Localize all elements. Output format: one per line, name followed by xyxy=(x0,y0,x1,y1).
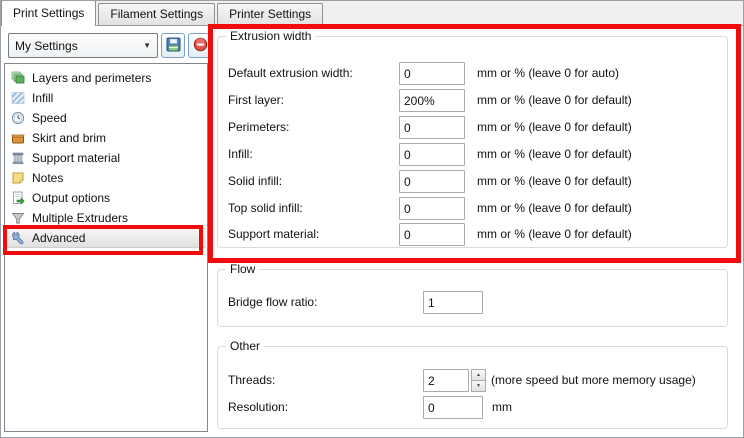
perimeters-width-input[interactable] xyxy=(399,116,465,139)
tab-print-settings[interactable]: Print Settings xyxy=(1,0,96,26)
setting-row-threads: Threads: ▲ ▼ (more speed but more memory… xyxy=(218,369,727,392)
spinner-down-icon[interactable]: ▼ xyxy=(471,381,486,392)
note-icon xyxy=(10,170,26,186)
sidebar-item-label: Infill xyxy=(32,91,53,105)
setting-row-first-layer: First layer: mm or % (leave 0 for defaul… xyxy=(218,89,727,112)
wrench-icon xyxy=(10,230,26,246)
field-label: Default extrusion width: xyxy=(228,66,353,80)
first-layer-width-input[interactable] xyxy=(399,89,465,112)
setting-row-solid-infill: Solid infill: mm or % (leave 0 for defau… xyxy=(218,170,727,193)
default-extrusion-width-input[interactable] xyxy=(399,62,465,85)
field-suffix: mm or % (leave 0 for default) xyxy=(477,174,632,188)
top-solid-infill-width-input[interactable] xyxy=(399,197,465,220)
page-arrow-icon xyxy=(10,190,26,206)
field-label: Bridge flow ratio: xyxy=(228,295,317,309)
field-suffix: mm or % (leave 0 for default) xyxy=(477,201,632,215)
delete-preset-button[interactable] xyxy=(188,33,212,58)
settings-tabstrip: Print Settings Filament Settings Printer… xyxy=(1,1,743,26)
sidebar-item-label: Advanced xyxy=(32,231,85,245)
infill-icon xyxy=(10,90,26,106)
preset-select-value: My Settings xyxy=(15,39,139,53)
infill-width-input[interactable] xyxy=(399,143,465,166)
sidebar-item-notes[interactable]: Notes xyxy=(6,168,206,188)
minus-circle-icon xyxy=(193,37,208,55)
field-label: Threads: xyxy=(228,373,275,387)
tab-printer-settings[interactable]: Printer Settings xyxy=(217,3,323,25)
setting-row-resolution: Resolution: mm xyxy=(218,396,727,419)
setting-row-support-material: Support material: mm or % (leave 0 for d… xyxy=(218,223,727,246)
building-icon xyxy=(10,150,26,166)
save-preset-button[interactable] xyxy=(161,33,185,58)
sidebar-item-label: Notes xyxy=(32,171,63,185)
preset-select[interactable]: My Settings ▼ xyxy=(8,33,158,58)
sidebar-item-infill[interactable]: Infill xyxy=(6,88,206,108)
sidebar-item-label: Speed xyxy=(32,111,67,125)
extrusion-width-group: Extrusion width Default extrusion width:… xyxy=(217,36,728,248)
spinner-up-icon[interactable]: ▲ xyxy=(471,369,486,381)
setting-row-infill: Infill: mm or % (leave 0 for default) xyxy=(218,143,727,166)
settings-category-list: Layers and perimeters Infill xyxy=(4,63,208,432)
chevron-down-icon: ▼ xyxy=(143,41,151,50)
slic3r-window: Print Settings Filament Settings Printer… xyxy=(0,0,744,438)
field-suffix: (more speed but more memory usage) xyxy=(491,373,696,387)
sidebar-item-label: Multiple Extruders xyxy=(32,211,128,225)
field-label: First layer: xyxy=(228,93,284,107)
group-title: Other xyxy=(226,339,264,353)
field-suffix: mm or % (leave 0 for default) xyxy=(477,120,632,134)
sidebar-item-skirt-and-brim[interactable]: Skirt and brim xyxy=(6,128,206,148)
field-suffix: mm or % (leave 0 for default) xyxy=(477,93,632,107)
sidebar-item-layers-and-perimeters[interactable]: Layers and perimeters xyxy=(6,68,206,88)
field-label: Support material: xyxy=(228,227,319,241)
field-suffix: mm xyxy=(492,400,512,414)
other-group: Other Threads: ▲ ▼ (more speed but more … xyxy=(217,346,728,429)
sidebar-item-label: Support material xyxy=(32,151,120,165)
floppy-disk-icon xyxy=(166,37,181,55)
sidebar-item-speed[interactable]: Speed xyxy=(6,108,206,128)
tab-filament-settings[interactable]: Filament Settings xyxy=(98,3,215,25)
solid-infill-width-input[interactable] xyxy=(399,170,465,193)
bridge-flow-ratio-input[interactable] xyxy=(423,291,483,314)
setting-row-default-extrusion-width: Default extrusion width: mm or % (leave … xyxy=(218,62,727,85)
layers-icon xyxy=(10,70,26,86)
threads-spinner[interactable]: ▲ ▼ xyxy=(471,369,486,392)
sidebar-item-label: Skirt and brim xyxy=(32,131,106,145)
sidebar-item-multiple-extruders[interactable]: Multiple Extruders xyxy=(6,208,206,228)
field-label: Infill: xyxy=(228,147,253,161)
field-suffix: mm or % (leave 0 for auto) xyxy=(477,66,619,80)
setting-row-top-solid-infill: Top solid infill: mm or % (leave 0 for d… xyxy=(218,197,727,220)
group-title: Flow xyxy=(226,262,259,276)
field-label: Solid infill: xyxy=(228,174,282,188)
funnel-icon xyxy=(10,210,26,226)
support-material-width-input[interactable] xyxy=(399,223,465,246)
field-suffix: mm or % (leave 0 for default) xyxy=(477,227,632,241)
setting-row-bridge-flow-ratio: Bridge flow ratio: xyxy=(218,291,727,314)
flow-group: Flow Bridge flow ratio: xyxy=(217,269,728,327)
sidebar-item-label: Layers and perimeters xyxy=(32,71,151,85)
field-suffix: mm or % (leave 0 for default) xyxy=(477,147,632,161)
sidebar-item-advanced[interactable]: Advanced xyxy=(6,228,206,248)
field-label: Top solid infill: xyxy=(228,201,303,215)
clock-icon xyxy=(10,110,26,126)
field-label: Perimeters: xyxy=(228,120,289,134)
threads-input[interactable] xyxy=(423,369,469,392)
setting-row-perimeters: Perimeters: mm or % (leave 0 for default… xyxy=(218,116,727,139)
group-title: Extrusion width xyxy=(226,29,315,43)
sidebar-item-label: Output options xyxy=(32,191,110,205)
resolution-input[interactable] xyxy=(423,396,483,419)
sidebar-item-support-material[interactable]: Support material xyxy=(6,148,206,168)
box-icon xyxy=(10,130,26,146)
preset-toolbar: My Settings ▼ xyxy=(8,33,212,58)
field-label: Resolution: xyxy=(228,400,288,414)
sidebar-item-output-options[interactable]: Output options xyxy=(6,188,206,208)
